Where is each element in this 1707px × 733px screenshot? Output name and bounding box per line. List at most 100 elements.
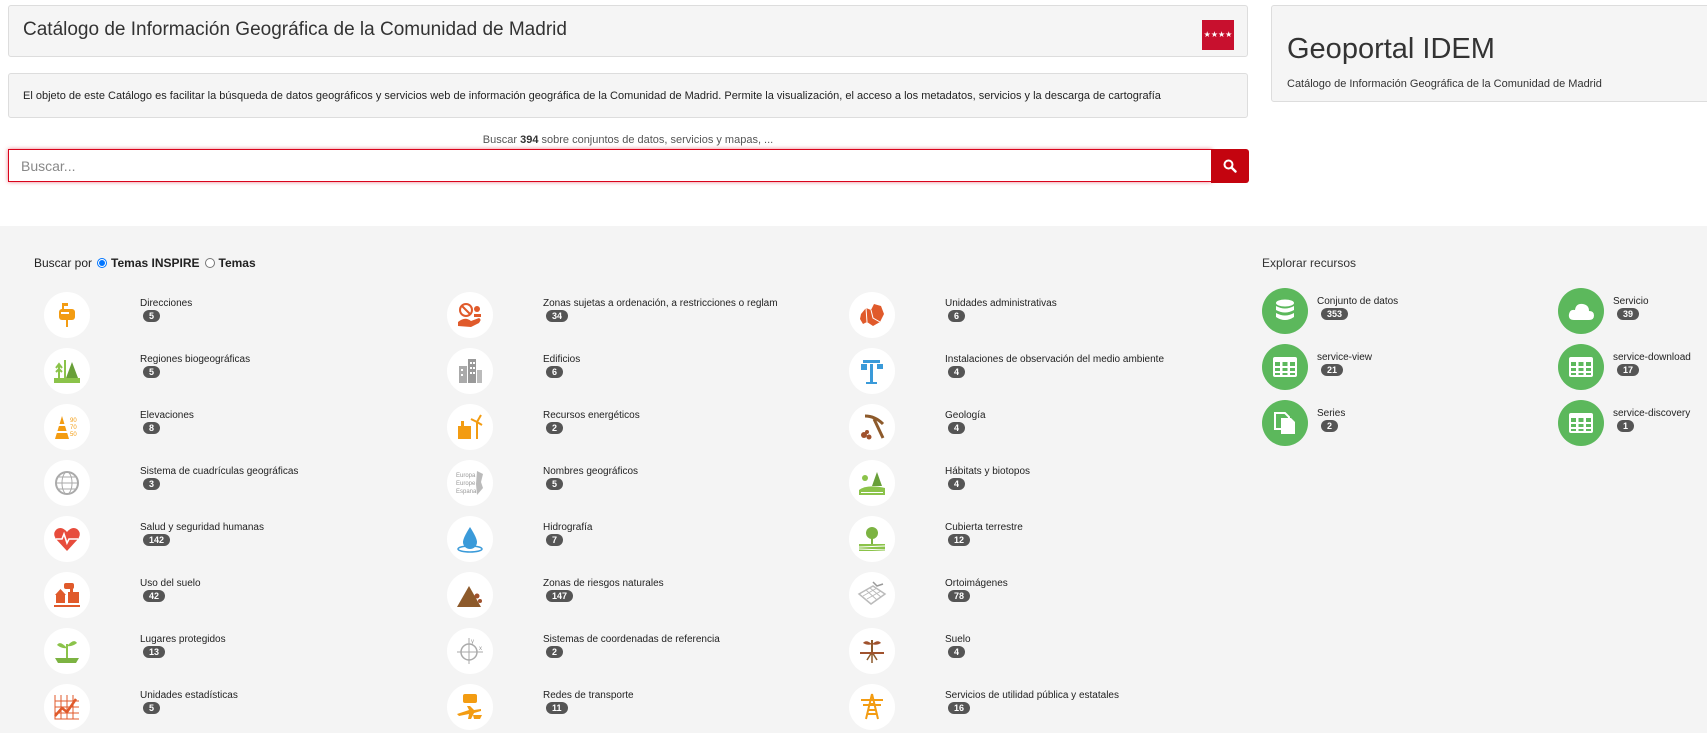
theme-count-badge: 7	[546, 534, 564, 546]
mailbox-icon	[44, 292, 90, 338]
theme-count-badge: 2	[546, 422, 564, 434]
theme-item[interactable]: y x Sistemas de coordenadas de referencia 2	[447, 628, 827, 676]
theme-count-badge: 5	[546, 478, 564, 490]
search-input[interactable]	[8, 149, 1212, 182]
theme-item[interactable]: Servicios de utilidad pública y estatale…	[849, 684, 1229, 732]
theme-count-badge: 6	[546, 366, 564, 378]
transport-icon	[447, 684, 493, 730]
statistics-chart-icon	[44, 684, 90, 730]
theme-label: Geología	[945, 410, 986, 421]
catalog-description: El objeto de este Catálogo es facilitar …	[23, 90, 1161, 102]
theme-item[interactable]: Suelo 4	[849, 628, 1229, 676]
theme-item[interactable]: 90 70 50 Elevaciones 8	[44, 404, 424, 452]
theme-label: Unidades administrativas	[945, 298, 1057, 309]
svg-text:Europe: Europe	[456, 481, 476, 487]
option-temas-inspire-label[interactable]: Temas INSPIRE	[111, 256, 199, 270]
radio-temas-inspire[interactable]	[97, 258, 108, 268]
soil-icon	[849, 628, 895, 674]
radio-temas[interactable]	[204, 258, 215, 268]
theme-item[interactable]: Salud y seguridad humanas 142	[44, 516, 424, 564]
landslide-icon	[447, 572, 493, 618]
theme-label: Uso del suelo	[140, 578, 201, 589]
resource-item[interactable]: service-view 21	[1262, 344, 1402, 392]
elevation-icon: 90 70 50	[44, 404, 90, 450]
theme-item[interactable]: Instalaciones de observación del medio a…	[849, 348, 1229, 396]
grid-globe-icon	[44, 460, 90, 506]
comunidad-madrid-logo[interactable]: ★★★★	[1202, 20, 1234, 50]
theme-item[interactable]: Zonas de riesgos naturales 147	[447, 572, 827, 620]
resource-count-badge: 2	[1321, 420, 1339, 432]
search-count-number: 394	[520, 134, 539, 146]
theme-count-badge: 12	[948, 534, 971, 546]
utility-tower-icon	[849, 684, 895, 730]
svg-text:y: y	[471, 639, 474, 645]
theme-count-badge: 13	[143, 646, 166, 658]
resource-item[interactable]: Series 2	[1262, 400, 1402, 448]
theme-item[interactable]: Direcciones 5	[44, 292, 424, 340]
theme-count-badge: 4	[948, 646, 966, 658]
theme-item[interactable]: Unidades administrativas 6	[849, 292, 1229, 340]
resource-item[interactable]: service-discovery 1	[1558, 400, 1698, 448]
theme-count-badge: 11	[546, 702, 568, 714]
search-count-prefix: Buscar	[482, 134, 518, 146]
theme-count-badge: 5	[143, 310, 161, 322]
theme-count-badge: 142	[143, 534, 171, 546]
theme-item[interactable]: Sistema de cuadrículas geográficas 3	[44, 460, 424, 508]
explore-title: Explorar recursos	[1262, 256, 1357, 270]
theme-item[interactable]: Geología 4	[849, 404, 1229, 452]
theme-item[interactable]: Hidrografía 7	[447, 516, 827, 564]
theme-label: Redes de transporte	[543, 690, 634, 701]
theme-count-badge: 3	[143, 478, 161, 490]
theme-label: Direcciones	[140, 298, 193, 309]
theme-item[interactable]: Redes de transporte 11	[447, 684, 827, 732]
heart-icon	[44, 516, 90, 562]
search-count-suffix: sobre conjuntos de datos, servicios y ma…	[541, 134, 774, 146]
resource-label: service-view	[1317, 352, 1373, 363]
theme-count-badge: 8	[143, 422, 161, 434]
theme-count-badge: 4	[948, 478, 966, 490]
svg-text:Espana: Espana	[456, 489, 477, 495]
search-button[interactable]	[1211, 149, 1249, 183]
orthoimage-icon	[849, 572, 895, 618]
theme-item[interactable]: Europa Europe Espana Nombres geográficos 5	[447, 460, 827, 508]
svg-text:50: 50	[70, 432, 77, 438]
theme-item[interactable]: Edificios 6	[447, 348, 827, 396]
theme-label: Hábitats y biotopos	[945, 466, 1031, 477]
copy-docs-icon	[1262, 400, 1308, 446]
theme-label: Servicios de utilidad pública y estatale…	[945, 690, 1119, 701]
theme-item[interactable]: Lugares protegidos 13	[44, 628, 424, 676]
protected-plant-icon	[44, 628, 90, 674]
search-count-text: Buscar 394 sobre conjuntos de datos, ser…	[8, 134, 1248, 146]
habitat-icon	[849, 460, 895, 506]
svg-text:Europa: Europa	[456, 473, 476, 479]
resource-label: Servicio	[1613, 296, 1649, 307]
theme-item[interactable]: Zonas sujetas a ordenación, a restriccio…	[447, 292, 827, 340]
resource-label: Conjunto de datos	[1317, 296, 1399, 307]
theme-label: Recursos energéticos	[543, 410, 640, 421]
resource-count-badge: 39	[1617, 308, 1640, 320]
theme-label: Edificios	[543, 354, 581, 365]
theme-item[interactable]: Cubierta terrestre 12	[849, 516, 1229, 564]
theme-count-badge: 147	[546, 590, 574, 602]
theme-item[interactable]: Uso del suelo 42	[44, 572, 424, 620]
theme-item[interactable]: Hábitats y biotopos 4	[849, 460, 1229, 508]
resource-count-badge: 1	[1617, 420, 1635, 432]
resource-item[interactable]: Servicio 39	[1558, 288, 1698, 336]
theme-label: Salud y seguridad humanas	[140, 522, 264, 533]
resource-count-badge: 17	[1617, 364, 1640, 376]
option-temas-label[interactable]: Temas	[219, 256, 256, 270]
theme-item[interactable]: Unidades estadísticas 5	[44, 684, 424, 732]
resource-item[interactable]: service-download 17	[1558, 344, 1698, 392]
theme-label: Nombres geográficos	[543, 466, 639, 477]
resource-label: service-download	[1613, 352, 1691, 363]
pickaxe-icon	[849, 404, 895, 450]
theme-count-badge: 42	[143, 590, 166, 602]
theme-item[interactable]: Regiones biogeográficas 5	[44, 348, 424, 396]
resource-item[interactable]: Conjunto de datos 353	[1262, 288, 1402, 336]
svg-text:90: 90	[70, 418, 77, 424]
theme-label: Cubierta terrestre	[945, 522, 1023, 533]
theme-count-badge: 4	[948, 366, 966, 378]
theme-item[interactable]: Ortoimágenes 78	[849, 572, 1229, 620]
theme-label: Sistema de cuadrículas geográficas	[140, 466, 299, 477]
theme-item[interactable]: Recursos energéticos 2	[447, 404, 827, 452]
